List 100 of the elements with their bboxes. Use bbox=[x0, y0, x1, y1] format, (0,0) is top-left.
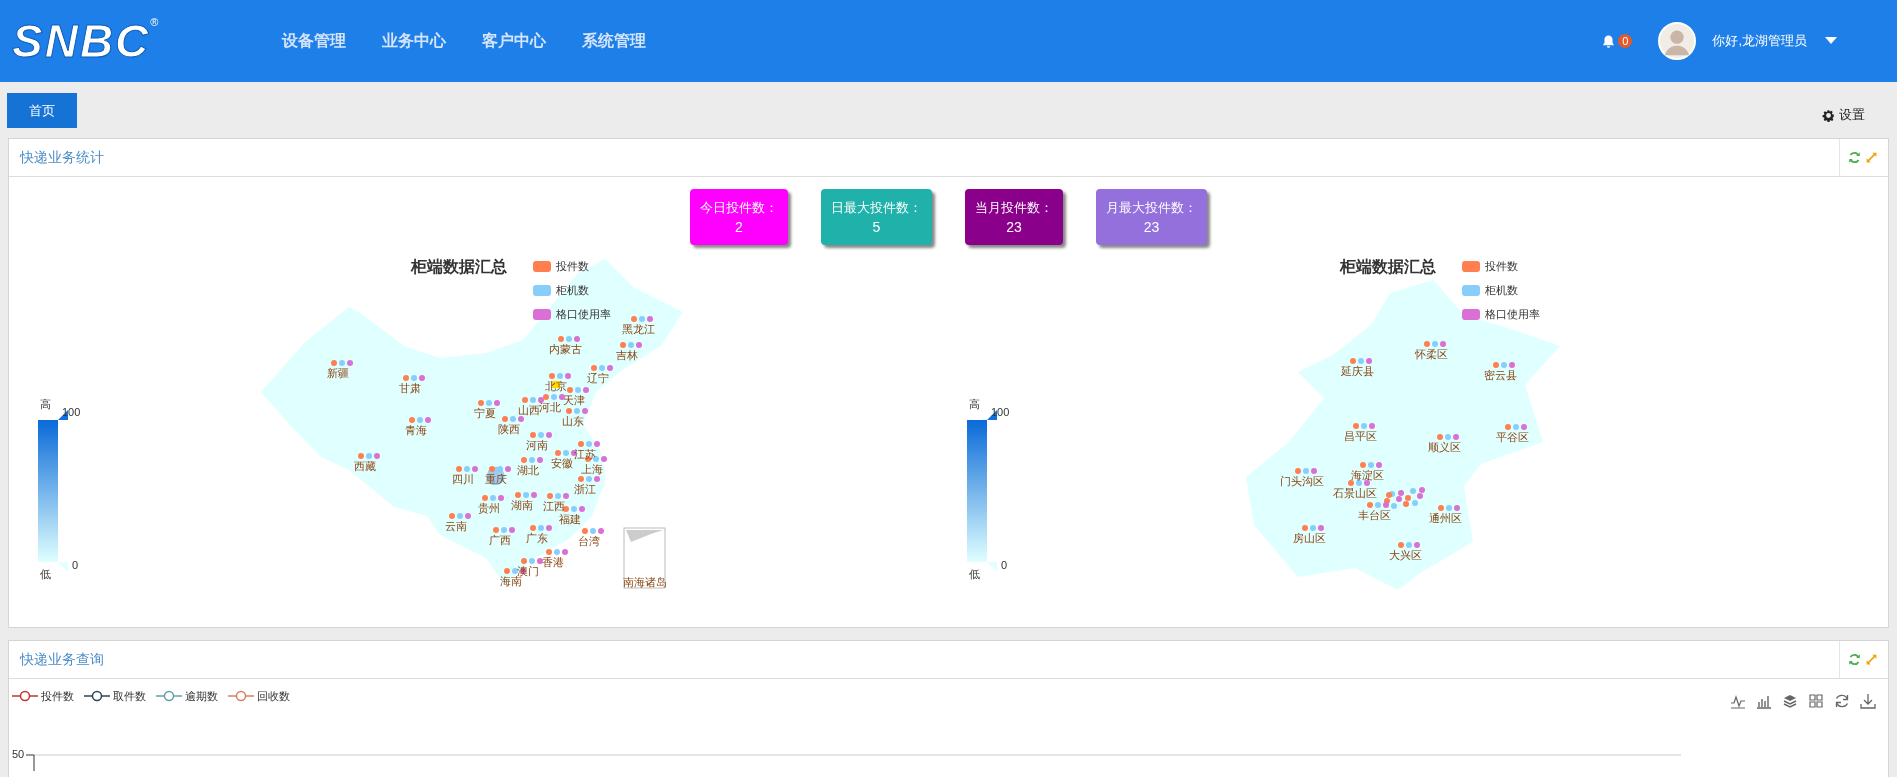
region-label: 重庆 bbox=[485, 471, 507, 487]
home-tab[interactable]: 首页 bbox=[7, 93, 77, 128]
region-label: 甘肃 bbox=[399, 380, 421, 396]
marker-dots-icon bbox=[549, 373, 571, 379]
region-label: 门头沟区 bbox=[1280, 473, 1324, 489]
panel-title: 快递业务查询 bbox=[20, 650, 104, 669]
legend-swatch[interactable] bbox=[533, 285, 551, 296]
refresh-icon[interactable] bbox=[1848, 151, 1861, 164]
marker-dots-icon bbox=[331, 360, 353, 366]
region-label: 江苏 bbox=[574, 446, 596, 462]
legend-swatch[interactable] bbox=[1462, 261, 1480, 272]
bell-icon[interactable] bbox=[1601, 33, 1617, 49]
legend-label[interactable]: 格口使用率 bbox=[556, 307, 611, 322]
marker-dots-icon bbox=[515, 492, 537, 498]
region-label: 黑龙江 bbox=[621, 321, 655, 337]
avatar-icon[interactable] bbox=[1658, 22, 1697, 60]
stat-value: 5 bbox=[872, 219, 881, 235]
scale-handle-icon[interactable] bbox=[987, 562, 997, 572]
map-title: 柜端数据汇总 bbox=[411, 257, 507, 277]
marker-dots-icon bbox=[1360, 462, 1382, 468]
legend-label[interactable]: 投件数 bbox=[41, 688, 74, 704]
expand-icon[interactable] bbox=[1865, 653, 1878, 666]
region-label: 丰台区 bbox=[1357, 507, 1391, 523]
marker-dots-icon bbox=[567, 387, 589, 393]
stat-label: 今日投件数： bbox=[700, 199, 778, 217]
marker-dots-icon bbox=[482, 495, 504, 501]
region-label: 河南 bbox=[526, 437, 548, 453]
marker-dots-icon bbox=[521, 558, 543, 564]
region-label: 江西 bbox=[543, 498, 565, 514]
stat-value: 2 bbox=[735, 219, 743, 235]
region-label: 天津 bbox=[563, 392, 585, 408]
region-label: 陕西 bbox=[498, 421, 520, 437]
region-label: 密云县 bbox=[1483, 367, 1517, 383]
legend-line-icon[interactable] bbox=[12, 690, 38, 702]
region-label: 湖北 bbox=[517, 462, 539, 478]
region-label: 吉林 bbox=[616, 347, 638, 363]
legend-label[interactable]: 柜机数 bbox=[556, 283, 589, 298]
refresh-icon[interactable] bbox=[1848, 653, 1861, 666]
legend-label[interactable]: 投件数 bbox=[1485, 259, 1518, 274]
expand-icon[interactable] bbox=[1865, 151, 1878, 164]
marker-dots-icon bbox=[502, 416, 524, 422]
legend-swatch[interactable] bbox=[1462, 285, 1480, 296]
region-label: 广东 bbox=[526, 530, 548, 546]
legend-label[interactable]: 取件数 bbox=[113, 688, 146, 704]
caret-icon[interactable] bbox=[1825, 37, 1837, 45]
marker-dots-icon bbox=[1424, 341, 1446, 347]
logo[interactable]: SNBC$^{®}$ bbox=[12, 14, 202, 68]
marker-dots-icon bbox=[1353, 423, 1375, 429]
line-chart-icon[interactable] bbox=[1730, 693, 1746, 709]
legend-label[interactable]: 逾期数 bbox=[185, 688, 218, 704]
legend-swatch[interactable] bbox=[1462, 309, 1480, 320]
map-title: 柜端数据汇总 bbox=[1340, 257, 1436, 277]
marker-dots-icon bbox=[478, 400, 500, 406]
region-label: 福建 bbox=[559, 512, 581, 527]
region-label: 宁夏 bbox=[474, 405, 496, 421]
refresh-icon[interactable] bbox=[1834, 693, 1850, 709]
region-label: 辽宁 bbox=[587, 370, 609, 386]
marker-dots-icon bbox=[1437, 434, 1459, 440]
region-label: 山西 bbox=[518, 403, 540, 418]
settings-link[interactable]: 设置 bbox=[1839, 106, 1865, 124]
marker-dots-icon bbox=[566, 408, 588, 414]
region-label: 香港 bbox=[542, 554, 564, 570]
region-label: 安徽 bbox=[551, 455, 573, 471]
region-label: 房山区 bbox=[1292, 530, 1326, 546]
legend-line-icon[interactable] bbox=[84, 690, 110, 702]
marker-dots-icon bbox=[591, 365, 613, 371]
marker-dots-icon bbox=[1302, 525, 1324, 531]
marker-dots-icon bbox=[1505, 424, 1527, 430]
legend-label[interactable]: 格口使用率 bbox=[1485, 307, 1540, 322]
legend-label[interactable]: 回收数 bbox=[257, 688, 290, 704]
marker-dots-icon bbox=[1350, 358, 1372, 364]
marker-dots-icon bbox=[456, 466, 478, 472]
region-label: 大兴区 bbox=[1388, 547, 1422, 563]
marker-dots-icon bbox=[530, 432, 552, 438]
panel-title: 快递业务统计 bbox=[20, 148, 104, 167]
region-label: 海淀区 bbox=[1350, 467, 1384, 483]
scale-label: 高 bbox=[969, 397, 980, 412]
download-icon[interactable] bbox=[1860, 693, 1876, 709]
stack-icon[interactable] bbox=[1782, 693, 1798, 709]
scale-label: 低 bbox=[969, 567, 980, 582]
stat-label: 日最大投件数： bbox=[831, 199, 922, 217]
user-greeting[interactable]: 你好,龙湖管理员 bbox=[1712, 32, 1807, 50]
legend-label[interactable]: 投件数 bbox=[556, 259, 589, 274]
legend-swatch[interactable] bbox=[533, 309, 551, 320]
region-label: 贵州 bbox=[478, 500, 500, 516]
bar-chart-icon[interactable] bbox=[1756, 693, 1772, 709]
region-label: 澳门 bbox=[517, 563, 539, 577]
region-label: 上海 bbox=[581, 461, 603, 477]
marker-dots-icon bbox=[631, 316, 653, 322]
legend-label[interactable]: 柜机数 bbox=[1485, 283, 1518, 298]
legend-swatch[interactable] bbox=[533, 261, 551, 272]
scale-handle-icon[interactable] bbox=[58, 562, 68, 572]
marker-dots-icon bbox=[578, 441, 600, 447]
notification-badge: 0 bbox=[1618, 34, 1633, 48]
region-label: 广西 bbox=[489, 532, 511, 548]
region-label: 通州区 bbox=[1428, 510, 1462, 526]
south-sea-inset-drawing bbox=[623, 527, 666, 589]
settings-icon[interactable] bbox=[1822, 108, 1835, 122]
grid-icon[interactable] bbox=[1808, 693, 1824, 709]
scale-label: 低 bbox=[40, 567, 51, 582]
